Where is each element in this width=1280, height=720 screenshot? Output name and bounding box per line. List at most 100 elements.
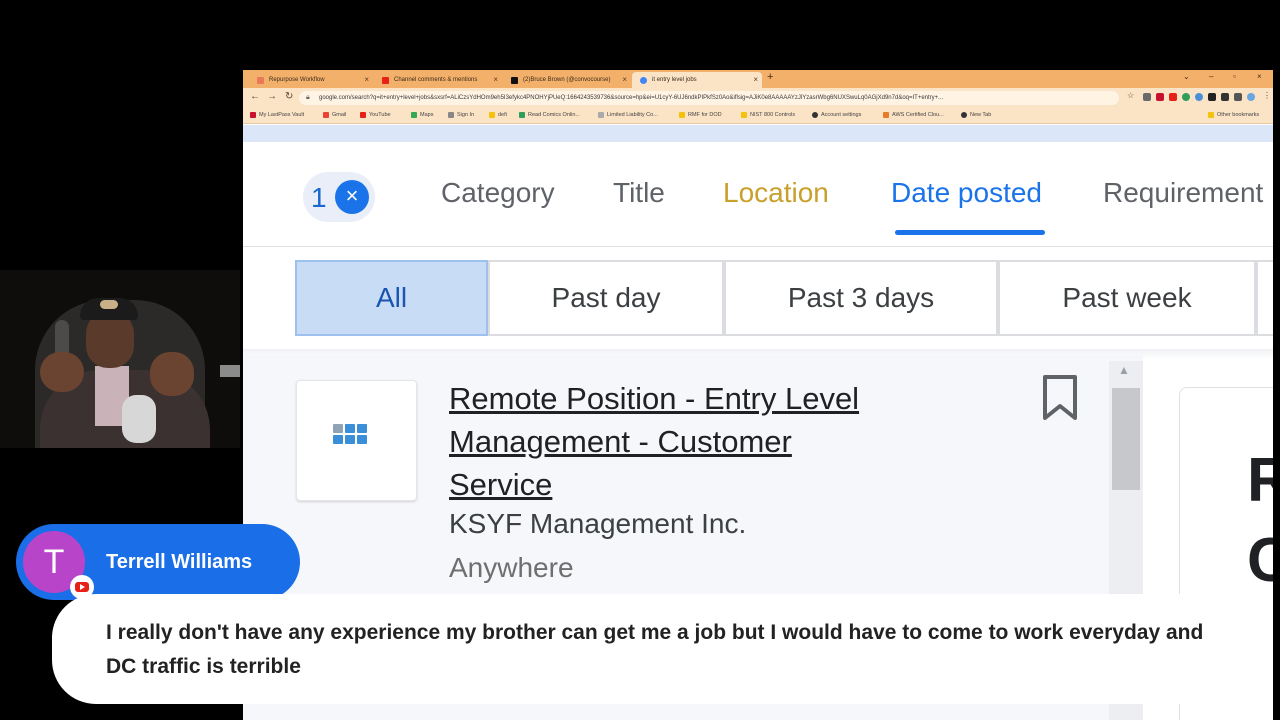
browser-tab-repurpose[interactable]: Repurpose Workflow × <box>249 72 373 88</box>
browser-toolbar: ← → ↻ 🔒︎ google.com/search?q=it+entry+le… <box>243 88 1273 108</box>
extension-icon[interactable] <box>1169 93 1177 101</box>
tab-location[interactable]: Location <box>723 177 829 209</box>
forward-icon[interactable]: → <box>267 91 277 102</box>
bookmarks-bar: My LastPass Vault Gmail YouTube Maps Sig… <box>243 108 1273 124</box>
puzzle-icon[interactable] <box>1208 93 1216 101</box>
address-bar[interactable]: 🔒︎ google.com/search?q=it+entry+level+jo… <box>299 91 1119 105</box>
webcam-feed <box>0 270 240 448</box>
browser-tab-tiktok[interactable]: (2)Bruce Brown (@convocourse) × <box>503 72 631 88</box>
stream-frame: Repurpose Workflow × Channel comments & … <box>0 0 1280 720</box>
extension-icon[interactable] <box>1195 93 1203 101</box>
gmail-icon <box>323 112 329 118</box>
bookmark-account[interactable]: Account settings <box>812 112 861 118</box>
bookmark-defi[interactable]: defi <box>489 112 507 118</box>
bookmark-icon <box>250 112 256 118</box>
window-close-icon[interactable]: × <box>1257 72 1262 81</box>
bookmark-aws[interactable]: AWS Certified Clou... <box>883 112 944 118</box>
browser-tab-label: Channel comments & mentions <box>394 77 478 83</box>
tab-strip: Repurpose Workflow × Channel comments & … <box>243 70 1273 88</box>
browser-tab-label: it entry level jobs <box>652 77 697 83</box>
new-tab-button[interactable]: + <box>767 71 773 83</box>
chat-message-text: I really don't have any experience my br… <box>106 621 1204 678</box>
browser-tab-comments[interactable]: Channel comments & mentions × <box>374 72 502 88</box>
close-tab-icon[interactable]: × <box>622 75 627 84</box>
back-icon[interactable]: ← <box>250 91 260 102</box>
folder-icon <box>741 112 747 118</box>
profile-avatar-icon[interactable] <box>1247 93 1255 101</box>
bookmark-newtab[interactable]: New Tab <box>961 112 991 118</box>
minimize-icon[interactable]: – <box>1209 72 1213 81</box>
bookmark-signin[interactable]: Sign In <box>448 112 474 118</box>
logo-tiles-icon <box>333 424 383 444</box>
active-tab-indicator <box>895 230 1045 235</box>
bookmark-icon <box>812 112 818 118</box>
menu-kebab-icon[interactable]: ⋮ <box>1263 91 1271 100</box>
browser-tab-label: Repurpose Workflow <box>269 77 325 83</box>
job-location: Anywhere <box>449 552 574 583</box>
chat-author-name: Terrell Williams <box>106 551 253 573</box>
folder-icon <box>489 112 495 118</box>
maps-icon <box>411 112 417 118</box>
active-filter-count: 1 × <box>303 172 375 222</box>
sidebar-icon[interactable] <box>1234 93 1242 101</box>
chip-past-3-days[interactable]: Past 3 days <box>724 260 998 336</box>
favicon-icon <box>257 77 264 84</box>
bookmark-comics[interactable]: Read Comics Onlin... <box>519 112 580 118</box>
tiktok-favicon-icon <box>511 77 518 84</box>
bookmark-icon <box>598 112 604 118</box>
close-tab-icon[interactable]: × <box>753 75 758 84</box>
close-tab-icon[interactable]: × <box>493 75 498 84</box>
bookmark-icon[interactable] <box>1041 375 1079 421</box>
chip-all[interactable]: All <box>295 260 488 336</box>
browser-tab-active[interactable]: it entry level jobs × <box>632 72 762 88</box>
detail-title-fragment: R <box>1247 446 1273 515</box>
page-top-band <box>243 125 1273 142</box>
youtube-icon <box>360 112 366 118</box>
tab-date-posted[interactable]: Date posted <box>891 177 1042 209</box>
google-favicon-icon <box>640 77 647 84</box>
extension-icon[interactable] <box>1143 93 1151 101</box>
job-title-link[interactable]: Remote Position - Entry Level Management… <box>449 377 869 506</box>
restore-icon[interactable]: ▫ <box>1233 72 1236 81</box>
job-company: KSYF Management Inc. <box>449 508 747 539</box>
microphone-icon <box>122 395 156 443</box>
address-text: google.com/search?q=it+entry+level+jobs&… <box>319 95 944 101</box>
folder-icon <box>1208 112 1214 118</box>
lock-icon: 🔒︎ <box>306 94 310 101</box>
extension-icon[interactable] <box>1182 93 1190 101</box>
bookmark-llc[interactable]: Limited Liability Co... <box>598 112 658 118</box>
bookmark-icon <box>883 112 889 118</box>
tab-title[interactable]: Title <box>613 177 665 209</box>
star-icon[interactable]: ☆ <box>1127 91 1134 100</box>
chip-past-week[interactable]: Past week <box>998 260 1256 336</box>
tab-requirement[interactable]: Requirement <box>1103 177 1263 209</box>
lastpass-icon[interactable] <box>1156 93 1164 101</box>
tab-category[interactable]: Category <box>441 177 555 209</box>
bookmark-icon <box>519 112 525 118</box>
bookmark-maps[interactable]: Maps <box>411 112 433 118</box>
scroll-up-arrow-icon[interactable]: ▲ <box>1118 363 1130 377</box>
clear-filters-icon[interactable]: × <box>335 180 369 214</box>
bookmark-lastpass[interactable]: My LastPass Vault <box>250 112 304 118</box>
close-tab-icon[interactable]: × <box>364 75 369 84</box>
bookmark-rmf[interactable]: RMF for DOD <box>679 112 722 118</box>
bookmark-gmail[interactable]: Gmail <box>323 112 346 118</box>
chip-past-day[interactable]: Past day <box>488 260 724 336</box>
filter-count-number: 1 <box>311 182 327 213</box>
media-icon[interactable] <box>1221 93 1229 101</box>
bookmark-icon <box>961 112 967 118</box>
browser-tab-label: (2)Bruce Brown (@convocourse) <box>523 77 611 83</box>
bookmark-youtube[interactable]: YouTube <box>360 112 391 118</box>
divider <box>243 246 1273 247</box>
bookmark-nist[interactable]: NIST 800 Controls <box>741 112 795 118</box>
scrollbar-thumb[interactable] <box>1112 388 1140 490</box>
detail-title-fragment: C <box>1247 526 1273 595</box>
other-bookmarks[interactable]: Other bookmarks <box>1208 112 1259 118</box>
folder-icon <box>679 112 685 118</box>
tab-search-icon[interactable]: ⌄ <box>1183 72 1190 81</box>
bookmark-icon <box>448 112 454 118</box>
youtube-favicon-icon <box>382 77 389 84</box>
company-logo <box>296 380 417 501</box>
chip-overflow[interactable] <box>1256 260 1273 336</box>
reload-icon[interactable]: ↻ <box>285 91 293 102</box>
